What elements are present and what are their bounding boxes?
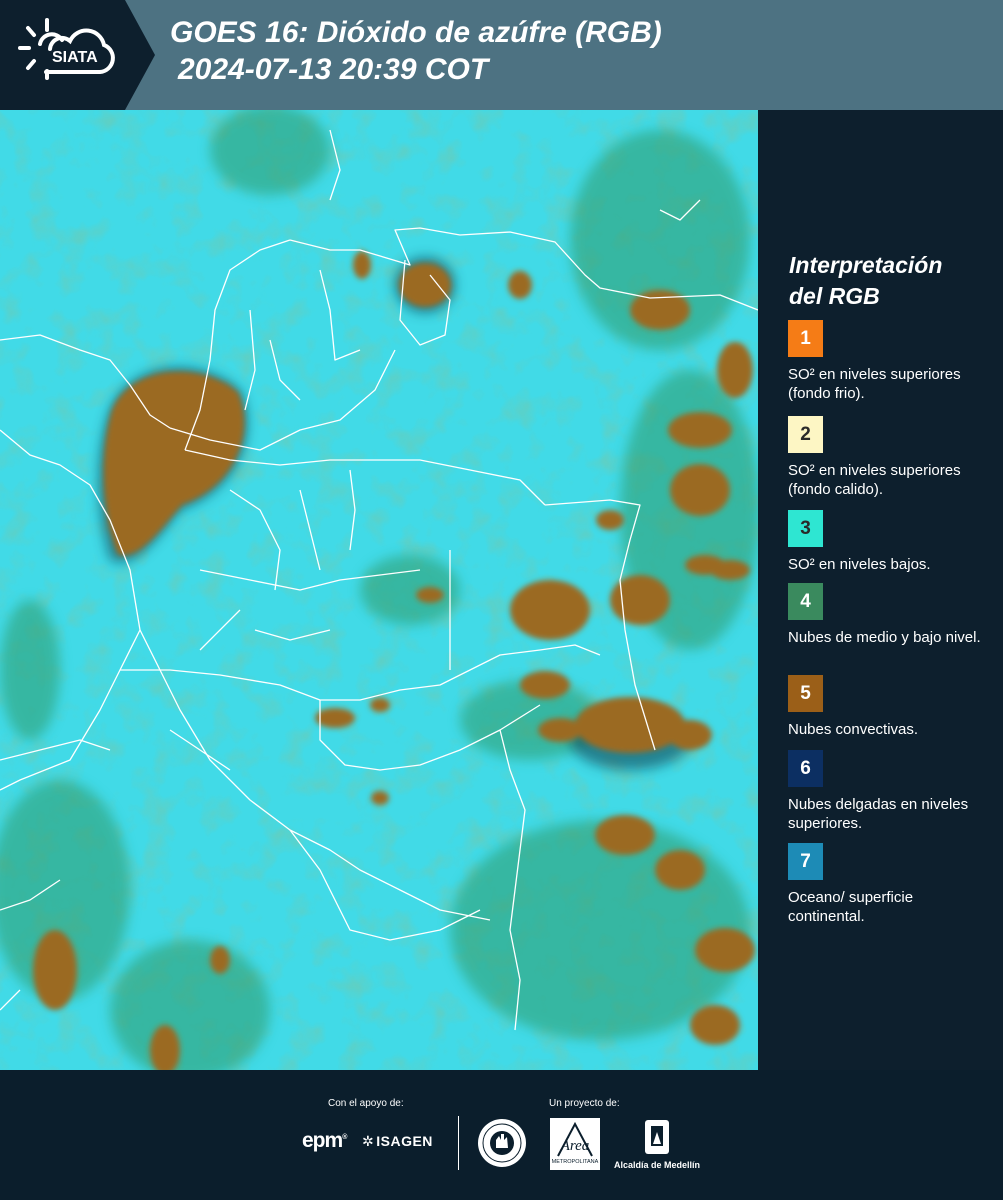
epm-logo[interactable]: epm® bbox=[302, 1129, 347, 1153]
product-title: GOES 16: Dióxido de azúfre (RGB) bbox=[170, 16, 662, 49]
svg-text:METROPOLITANA: METROPOLITANA bbox=[552, 1159, 599, 1165]
legend-item-3: 3 SO² en niveles bajos. bbox=[788, 510, 988, 574]
alcaldia-medellin-logo[interactable]: Alcaldía de Medellín bbox=[612, 1118, 702, 1170]
legend-swatch-2: 2 bbox=[788, 416, 823, 453]
footer-divider bbox=[458, 1116, 459, 1170]
project-label: Un proyecto de: bbox=[549, 1098, 620, 1109]
svg-text:SIATA: SIATA bbox=[52, 49, 98, 66]
rgb-composite-image[interactable] bbox=[0, 110, 758, 1070]
epm-logo-text: epm bbox=[302, 1129, 343, 1152]
page-title: GOES 16: Dióxido de azúfre (RGB) 2024-07… bbox=[170, 14, 662, 88]
timestamp: 2024-07-13 20:39 COT bbox=[178, 53, 489, 86]
medellin-label: Alcaldía de Medellín bbox=[613, 1160, 701, 1170]
legend-swatch-6: 6 bbox=[788, 750, 823, 787]
legend-item-6: 6 Nubes delgadas en niveles superiores. bbox=[788, 750, 988, 833]
siata-seal-logo[interactable] bbox=[477, 1118, 527, 1168]
legend-label-4: Nubes de medio y bajo nivel. bbox=[788, 629, 981, 646]
isagen-mark-icon: ✲ bbox=[362, 1133, 375, 1149]
header-bar: SIATA GOES 16: Dióxido de azúfre (RGB) 2… bbox=[0, 0, 1003, 110]
legend-title-line2: del RGB bbox=[789, 283, 880, 309]
siata-logo[interactable]: SIATA bbox=[0, 0, 155, 110]
isagen-logo-text: ISAGEN bbox=[376, 1133, 433, 1149]
legend-item-5: 5 Nubes convectivas. bbox=[788, 675, 988, 739]
legend-item-2: 2 SO² en niveles superiores (fondo calid… bbox=[788, 416, 988, 499]
legend-title-line1: Interpretación bbox=[789, 252, 943, 278]
legend-label-7: Oceano/ superficie continental. bbox=[788, 889, 914, 925]
legend-swatch-3: 3 bbox=[788, 510, 823, 547]
support-label: Con el apoyo de: bbox=[328, 1098, 404, 1109]
legend-panel: Interpretación del RGB 1 SO² en niveles … bbox=[758, 110, 1003, 1070]
legend-swatch-7: 7 bbox=[788, 843, 823, 880]
legend-label-2: SO² en niveles superiores (fondo calido)… bbox=[788, 462, 961, 498]
legend-swatch-4: 4 bbox=[788, 583, 823, 620]
legend-label-1: SO² en niveles superiores (fondo frio). bbox=[788, 366, 961, 402]
legend-label-6: Nubes delgadas en niveles superiores. bbox=[788, 796, 969, 832]
area-metropolitana-logo[interactable]: Área METROPOLITANA bbox=[550, 1118, 600, 1170]
satellite-map[interactable] bbox=[0, 110, 758, 1070]
legend-label-3: SO² en niveles bajos. bbox=[788, 556, 931, 573]
legend-label-5: Nubes convectivas. bbox=[788, 721, 919, 738]
legend-swatch-1: 1 bbox=[788, 320, 823, 357]
legend-item-7: 7 Oceano/ superficie continental. bbox=[788, 843, 988, 926]
legend-item-4: 4 Nubes de medio y bajo nivel. bbox=[788, 583, 988, 647]
legend-title: Interpretación del RGB bbox=[789, 250, 942, 312]
footer: Con el apoyo de: Un proyecto de: epm® ✲ I… bbox=[0, 1070, 1003, 1200]
legend-item-1: 1 SO² en niveles superiores (fondo frio)… bbox=[788, 320, 988, 403]
legend-swatch-5: 5 bbox=[788, 675, 823, 712]
isagen-logo[interactable]: ✲ ISAGEN bbox=[362, 1133, 433, 1150]
svg-text:Área: Área bbox=[560, 1137, 590, 1154]
